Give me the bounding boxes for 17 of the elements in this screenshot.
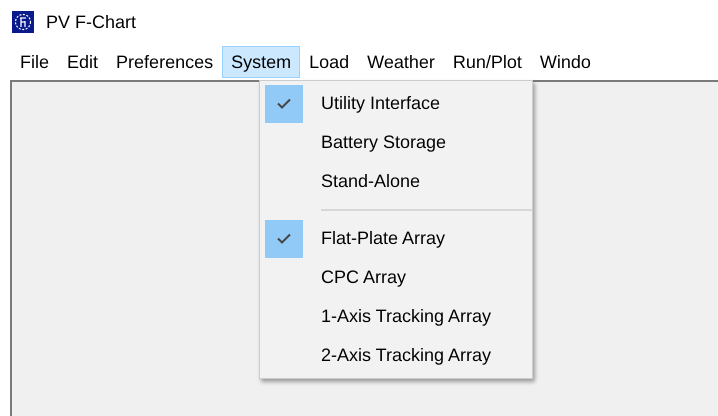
menu-option[interactable]: 1-Axis Tracking Array xyxy=(321,303,492,330)
menu-item[interactable]: Load xyxy=(300,46,358,78)
menu-option[interactable]: Stand-Alone xyxy=(321,168,420,195)
menu-item[interactable]: Windo xyxy=(530,46,600,78)
menu-item[interactable]: Weather xyxy=(358,46,444,78)
menu-option[interactable]: Utility Interface xyxy=(321,90,440,117)
menu-item[interactable]: File xyxy=(11,46,58,78)
menu-item[interactable]: System xyxy=(222,46,300,78)
menu-item[interactable]: Edit xyxy=(58,46,108,78)
window-title: PV F-Chart xyxy=(46,10,136,34)
menu-option[interactable]: Battery Storage xyxy=(321,129,446,156)
menu-option[interactable]: Flat-Plate Array xyxy=(321,225,446,252)
menu-item[interactable]: Preferences xyxy=(107,46,222,78)
menu-option[interactable]: 2-Axis Tracking Array xyxy=(321,342,492,369)
app-icon xyxy=(12,11,34,33)
menu-item[interactable]: Run/Plot xyxy=(444,46,531,78)
menu-option[interactable]: CPC Array xyxy=(321,264,406,291)
